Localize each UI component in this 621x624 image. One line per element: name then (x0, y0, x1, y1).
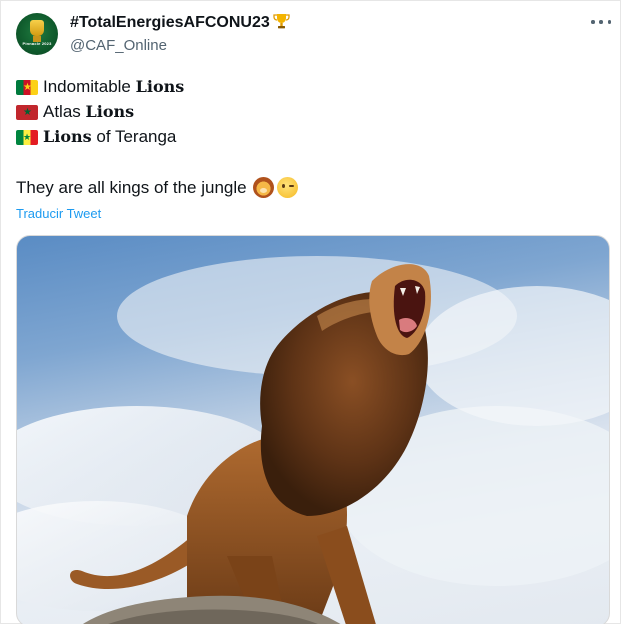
trophy-icon (30, 20, 44, 42)
avatar[interactable]: Pinnacle 2023 (16, 13, 58, 55)
roaring-lion-photo (17, 256, 609, 624)
lion-face-icon (252, 177, 274, 198)
tweet-line-1: Indomitable Lions (16, 77, 184, 97)
tweet-line-3: Lions of Teranga (16, 127, 176, 147)
cameroon-flag-icon (16, 79, 38, 95)
tweet-card: Pinnacle 2023 #TotalEnergiesAFCONU23 @CA… (0, 0, 621, 624)
trophy-icon (273, 14, 290, 29)
avatar-text: Pinnacle 2023 (22, 41, 52, 46)
tweet-media-image[interactable] (16, 235, 610, 624)
display-name-text: #TotalEnergiesAFCONU23 (70, 14, 270, 31)
winking-face-icon (276, 177, 298, 198)
line-text: Lions of Teranga (43, 127, 177, 146)
line-text: Indomitable Lions (43, 77, 185, 96)
line-text: Atlas Lions (43, 102, 135, 121)
user-handle[interactable]: @CAF_Online (70, 37, 167, 54)
tagline-text: They are all kings of the jungle (16, 177, 247, 197)
translate-tweet-link[interactable]: Traducir Tweet (16, 206, 101, 221)
senegal-flag-icon (16, 129, 38, 145)
more-horizontal-icon[interactable] (591, 14, 611, 30)
tweet-line-2: Atlas Lions (16, 102, 134, 122)
tweet-tagline: They are all kings of the jungle (16, 177, 298, 198)
display-name[interactable]: #TotalEnergiesAFCONU23 (70, 13, 290, 32)
morocco-flag-icon (16, 104, 38, 120)
